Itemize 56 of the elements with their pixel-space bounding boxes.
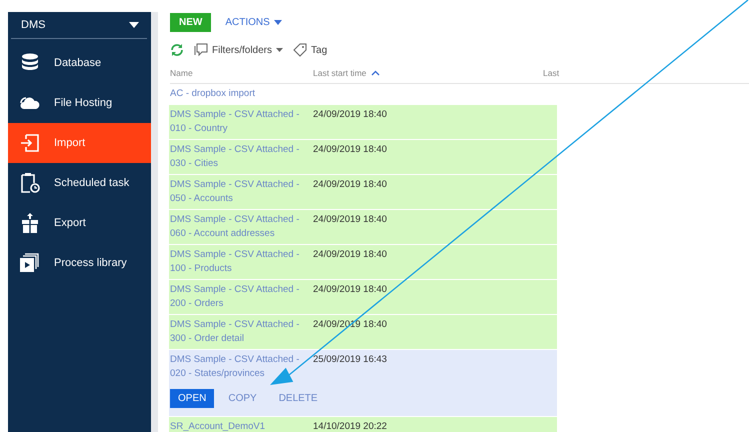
- sidebar-item[interactable]: Process library: [8, 243, 151, 283]
- new-button[interactable]: NEW: [170, 12, 212, 32]
- record-link[interactable]: DMS Sample - CSV Attached - 060 - Account addresses: [170, 213, 313, 241]
- caret-icon: [276, 48, 284, 52]
- table-row[interactable]: DMS Sample - CSV Attached - 020 - States/provinces 25/09/2019 16:43 OPEN COPY DELETE: [169, 350, 557, 417]
- sidebar-item[interactable]: Import: [8, 123, 151, 163]
- clipboard-clock-icon: [20, 172, 40, 194]
- table-cell: 14/10/2019 20:22: [313, 420, 387, 432]
- record-link[interactable]: DMS Sample - CSV Attached - 300 - Order detail: [170, 318, 313, 346]
- record-link[interactable]: DMS Sample - CSV Attached - 010 - Country: [170, 108, 313, 136]
- table-row[interactable]: SR_Account_DemoV1 14/10/2019 20:22: [169, 417, 557, 432]
- open-button[interactable]: OPEN: [170, 389, 214, 408]
- section-title[interactable]: DMS: [21, 19, 46, 31]
- table-cell-text: 25/09/2019 16:43: [313, 353, 387, 367]
- table-row[interactable]: DMS Sample - CSV Attached - 060 - Account addresses 24/09/2019 18:40: [169, 210, 557, 245]
- table-row[interactable]: DMS Sample - CSV Attached - 050 - Accounts 24/09/2019 18:40: [169, 175, 557, 210]
- record-link[interactable]: SR_Account_DemoV1: [170, 420, 313, 432]
- database-icon: [20, 53, 40, 73]
- column-header[interactable]: Last: [543, 68, 560, 78]
- caret-icon[interactable]: [129, 22, 139, 28]
- table-cell-text: 24/09/2019 18:40: [313, 213, 387, 227]
- sidebar-item[interactable]: File Hosting: [8, 83, 151, 123]
- table-cell-text: 24/09/2019 18:40: [313, 108, 387, 122]
- record-link[interactable]: DMS Sample - CSV Attached - 200 - Orders: [170, 283, 313, 311]
- sidebar-item[interactable]: Database: [8, 43, 151, 83]
- record-link[interactable]: DMS Sample - CSV Attached - 020 - States/provinces: [170, 353, 313, 381]
- gift-icon: [20, 213, 40, 233]
- filters-button[interactable]: Filters/folders: [194, 43, 284, 57]
- table-cell-text: 24/09/2019 18:40: [313, 143, 387, 157]
- table-row[interactable]: DMS Sample - CSV Attached - 010 - Country 24/09/2019 18:40: [169, 105, 557, 140]
- caret-icon: [274, 20, 282, 24]
- sort-ascending-icon[interactable]: [371, 70, 380, 76]
- table-cell-text: 24/09/2019 18:40: [313, 178, 387, 192]
- table-row[interactable]: DMS Sample - CSV Attached - 100 - Products 24/09/2019 18:40: [169, 245, 557, 280]
- table-row[interactable]: DMS Sample - CSV Attached - 200 - Orders 24/09/2019 18:40: [169, 280, 557, 315]
- column-header[interactable]: Last start time: [313, 68, 543, 78]
- import-icon: [20, 134, 40, 152]
- folder-play-icon: [20, 253, 40, 273]
- delete-button[interactable]: DELETE: [270, 389, 326, 408]
- record-link[interactable]: AC - dropbox import: [170, 87, 313, 101]
- record-link[interactable]: DMS Sample - CSV Attached - 050 - Accounts: [170, 178, 313, 206]
- table-row[interactable]: DMS Sample - CSV Attached - 030 - Cities 24/09/2019 18:40: [169, 140, 557, 175]
- tag-button[interactable]: Tag: [293, 43, 328, 57]
- actions-button[interactable]: ACTIONS: [225, 16, 282, 28]
- record-link[interactable]: DMS Sample - CSV Attached - 100 - Products: [170, 248, 313, 276]
- table-cell-text: 24/09/2019 18:40: [313, 248, 387, 262]
- sidebar-item[interactable]: Scheduled task: [8, 163, 151, 203]
- folder-filter-icon: [194, 43, 208, 57]
- refresh-icon[interactable]: [170, 43, 184, 57]
- record-link[interactable]: DMS Sample - CSV Attached - 030 - Cities: [170, 143, 313, 171]
- cloud-icon: [20, 96, 40, 110]
- column-header[interactable]: Name: [170, 68, 313, 78]
- table-cell-text: 24/09/2019 18:40: [313, 283, 387, 297]
- copy-button[interactable]: COPY: [220, 389, 265, 408]
- tag-icon: [293, 43, 308, 57]
- sidebar-item[interactable]: Export: [8, 203, 151, 243]
